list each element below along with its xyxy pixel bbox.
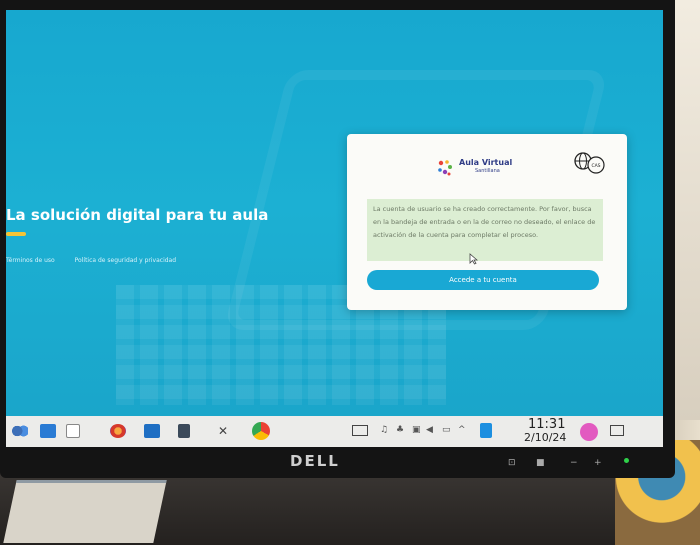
aula-virtual-logo: Aula Virtual Santillana <box>435 156 545 182</box>
terms-link[interactable]: Términos de uso <box>6 257 55 264</box>
monitor-minus-button[interactable]: − <box>570 458 578 468</box>
firefox-icon[interactable] <box>110 424 126 438</box>
network-icon[interactable]: ♣ <box>396 425 404 437</box>
display-icon[interactable]: ▭ <box>442 425 451 437</box>
monitor-brand-logo: DELL <box>290 452 340 470</box>
privacy-link[interactable]: Política de seguridad y privacidad <box>75 257 176 264</box>
success-message: La cuenta de usuario se ha creado correc… <box>367 199 603 261</box>
close-window-icon[interactable]: ✕ <box>218 424 234 438</box>
power-led <box>624 458 629 463</box>
volume-icon[interactable]: ◀ <box>426 425 433 437</box>
battery-icon[interactable]: ▣ <box>412 425 421 437</box>
taskbar: ✕ ♫ ♣ ▣ ◀ ▭ ^ 11:31 2/10/24 <box>6 416 663 447</box>
logo-mark-icon <box>438 160 452 176</box>
chrome-icon[interactable] <box>252 422 270 440</box>
notification-icon[interactable]: ♫ <box>380 425 388 437</box>
screen-icon[interactable] <box>352 425 368 436</box>
monitor-bezel: La solución digital para tu aula Término… <box>0 0 675 478</box>
clock-date[interactable]: 2/10/24 <box>524 431 566 444</box>
start-menu-icon[interactable] <box>10 424 28 438</box>
monitor-plus-button[interactable]: + <box>594 458 602 468</box>
chevron-up-icon[interactable]: ^ <box>458 425 466 437</box>
monitor-screen: La solución digital para tu aula Término… <box>6 10 663 447</box>
show-desktop-icon[interactable] <box>610 425 624 436</box>
footer-links: Términos de uso Política de seguridad y … <box>6 257 194 264</box>
document-icon[interactable] <box>480 423 492 438</box>
monitor-menu-button[interactable]: ■ <box>536 458 545 468</box>
clock-time[interactable]: 11:31 <box>528 417 565 432</box>
user-avatar[interactable] <box>580 423 598 441</box>
cas-badge-text: CAS <box>591 163 600 169</box>
login-dialog: Aula Virtual Santillana CAS La cuenta de… <box>347 134 627 310</box>
page-title: La solución digital para tu aula <box>6 206 269 224</box>
access-account-button[interactable]: Accede a tu cuenta <box>367 270 599 290</box>
desk-book <box>3 480 167 543</box>
calculator-icon[interactable] <box>178 424 190 438</box>
monitor-input-button[interactable]: ⊡ <box>508 458 516 468</box>
file-manager-icon[interactable] <box>40 424 56 438</box>
task-view-icon[interactable] <box>66 424 80 438</box>
folder-icon[interactable] <box>144 424 160 438</box>
logo-subtitle: Santillana <box>475 168 500 174</box>
mouse-cursor-icon <box>469 253 478 265</box>
cas-globe-icon[interactable]: CAS <box>573 150 605 176</box>
title-accent-bar <box>6 232 26 236</box>
logo-title: Aula Virtual <box>459 158 513 167</box>
